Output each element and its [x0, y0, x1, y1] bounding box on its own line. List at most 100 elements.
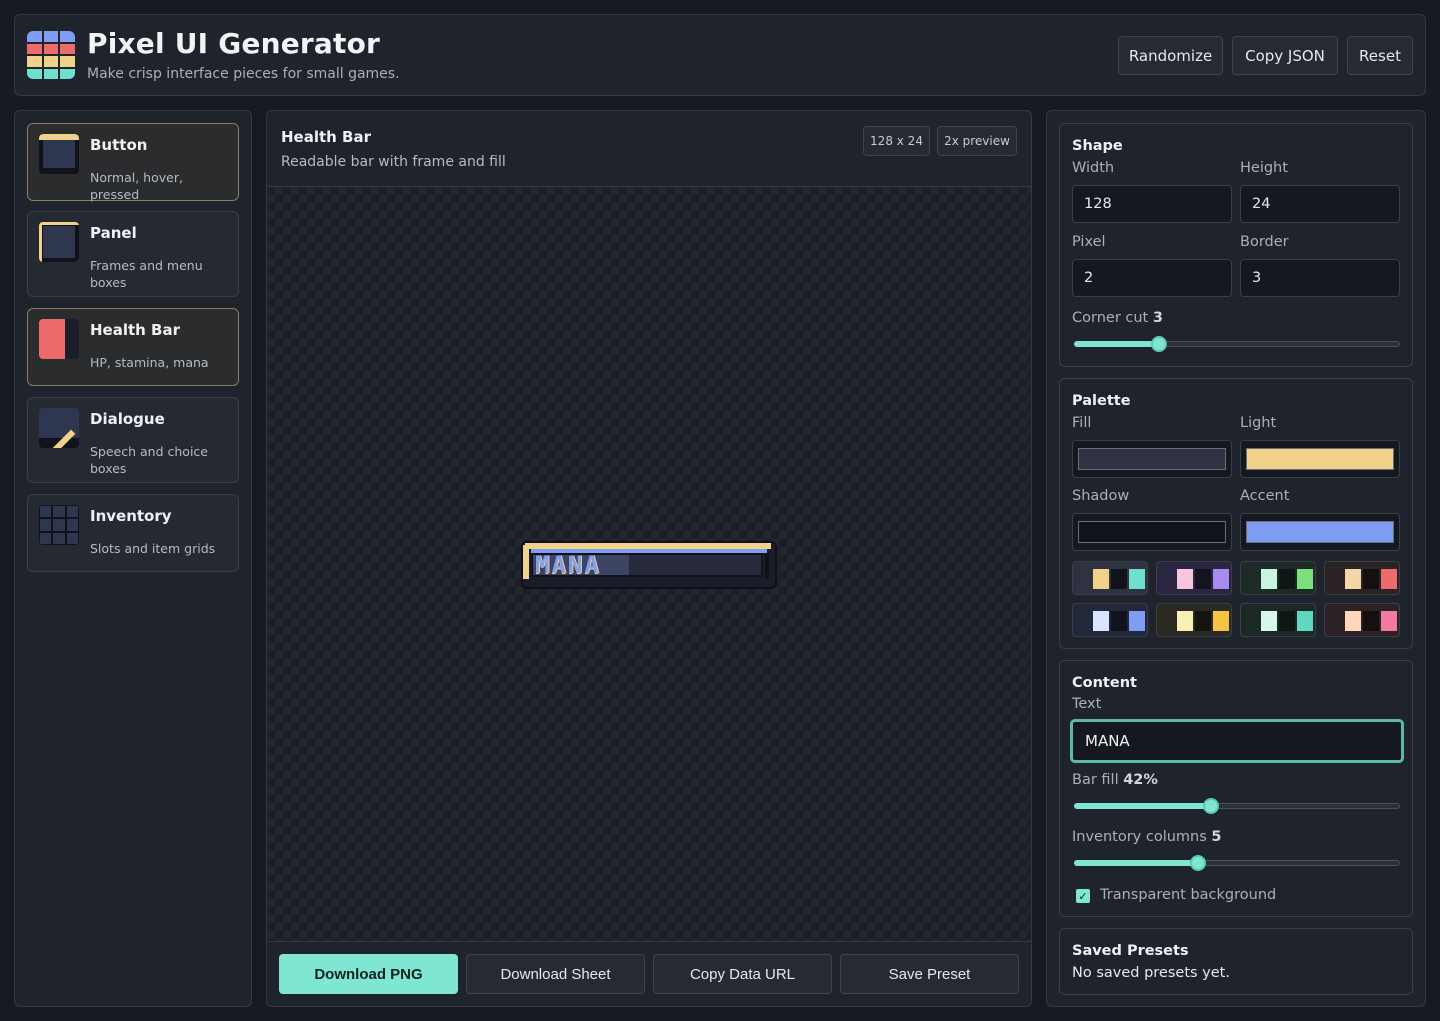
accent-label: Accent	[1240, 488, 1290, 504]
size-chip: 128 x 24	[863, 126, 930, 156]
pixel-label: Pixel	[1072, 234, 1106, 250]
palette-group: Palette Fill Light Shadow Accent	[1059, 378, 1413, 649]
preview-scale-chip: 2x preview	[937, 126, 1017, 156]
download-sheet-button[interactable]: Download Sheet	[466, 954, 645, 994]
preset-color-chip	[1345, 611, 1361, 631]
saved-presets-empty: No saved presets yet.	[1072, 965, 1230, 981]
fill-color-picker[interactable]	[1072, 440, 1232, 478]
corner-cut-slider[interactable]	[1074, 336, 1400, 352]
component-dialogue[interactable]: Dialogue Speech and choice boxes	[27, 397, 239, 483]
app-header: Pixel UI Generator Make crisp interface …	[14, 14, 1426, 96]
preview-canvas: MANA	[267, 186, 1031, 942]
bar-edge	[765, 553, 769, 579]
palette-preset[interactable]	[1072, 603, 1148, 637]
button-icon	[39, 134, 79, 174]
text-input[interactable]: MANA	[1070, 719, 1404, 763]
component-desc: Normal, hover, pressed	[90, 170, 183, 202]
palette-preset[interactable]	[1156, 561, 1232, 595]
transparent-background-checkbox[interactable]: ✓	[1076, 889, 1090, 903]
component-name: Dialogue	[90, 410, 165, 428]
component-desc: HP, stamina, mana	[90, 355, 209, 370]
text-label: Text	[1072, 696, 1102, 712]
content-group: Content Text MANA Bar fill 42% Inventory…	[1059, 660, 1413, 917]
preset-color-chip	[1093, 569, 1109, 589]
preset-color-chip	[1213, 569, 1229, 589]
component-name: Button	[90, 136, 148, 154]
preset-color-chip	[1261, 569, 1277, 589]
bar-fill-slider[interactable]	[1074, 798, 1400, 814]
health-bar-preview: MANA	[521, 541, 777, 589]
preview-panel: Health Bar Readable bar with frame and f…	[266, 110, 1032, 1007]
shape-group: Shape Width Height 128 24 Pixel Border 2…	[1059, 123, 1413, 367]
content-title: Content	[1072, 675, 1137, 691]
transparent-background-label: Transparent background	[1100, 887, 1277, 903]
bar-highlight-left	[523, 545, 529, 579]
bar-fill-label: Bar fill 42%	[1072, 772, 1158, 788]
saved-presets-group: Saved Presets No saved presets yet.	[1059, 928, 1413, 995]
component-button[interactable]: Button Normal, hover, pressed	[27, 123, 239, 202]
preset-color-chip	[1111, 569, 1127, 589]
preset-color-chip	[1195, 611, 1211, 631]
preset-color-chip	[1297, 611, 1313, 631]
preset-color-chip	[1261, 611, 1277, 631]
pixel-input[interactable]: 2	[1072, 259, 1232, 297]
palette-preset[interactable]	[1240, 561, 1316, 595]
palette-preset[interactable]	[1240, 603, 1316, 637]
width-label: Width	[1072, 160, 1115, 176]
height-label: Height	[1240, 160, 1288, 176]
border-label: Border	[1240, 234, 1289, 250]
preset-color-chip	[1279, 569, 1295, 589]
preset-color-chip	[1195, 569, 1211, 589]
copy-data-url-button[interactable]: Copy Data URL	[653, 954, 832, 994]
width-input[interactable]: 128	[1072, 185, 1232, 223]
download-png-button[interactable]: Download PNG	[279, 954, 458, 994]
app-logo-icon	[27, 31, 75, 79]
preset-color-chip	[1111, 611, 1127, 631]
height-input[interactable]: 24	[1240, 185, 1400, 223]
bar-label: MANA	[535, 551, 601, 579]
inventory-columns-slider[interactable]	[1074, 855, 1400, 871]
preview-title: Health Bar	[281, 128, 372, 146]
reset-button[interactable]: Reset	[1347, 36, 1413, 75]
copy-json-button[interactable]: Copy JSON	[1232, 36, 1338, 75]
preset-color-chip	[1129, 611, 1145, 631]
palette-title: Palette	[1072, 393, 1131, 409]
component-name: Inventory	[90, 507, 172, 525]
health-bar-icon	[39, 319, 79, 359]
inventory-grid-icon	[39, 505, 79, 545]
palette-preset[interactable]	[1072, 561, 1148, 595]
preset-color-chip	[1177, 569, 1193, 589]
component-health-bar[interactable]: Health Bar HP, stamina, mana	[27, 308, 239, 386]
preset-color-chip	[1093, 611, 1109, 631]
app-subtitle: Make crisp interface pieces for small ga…	[87, 66, 400, 82]
palette-preset[interactable]	[1156, 603, 1232, 637]
dialogue-icon	[39, 408, 79, 448]
component-name: Health Bar	[90, 321, 181, 339]
app-title: Pixel UI Generator	[87, 27, 381, 60]
component-panel[interactable]: Panel Frames and menu boxes	[27, 211, 239, 297]
preset-color-chip	[1213, 611, 1229, 631]
preset-color-chip	[1363, 611, 1379, 631]
palette-preset[interactable]	[1324, 561, 1400, 595]
accent-color-picker[interactable]	[1240, 513, 1400, 551]
preset-color-chip	[1381, 569, 1397, 589]
light-label: Light	[1240, 415, 1277, 431]
inventory-columns-label: Inventory columns 5	[1072, 829, 1222, 845]
shadow-color-picker[interactable]	[1072, 513, 1232, 551]
preset-color-chip	[1381, 611, 1397, 631]
corner-cut-label: Corner cut 3	[1072, 310, 1163, 326]
border-input[interactable]: 3	[1240, 259, 1400, 297]
save-preset-button[interactable]: Save Preset	[840, 954, 1019, 994]
palette-preset[interactable]	[1324, 603, 1400, 637]
controls-panel: Shape Width Height 128 24 Pixel Border 2…	[1046, 110, 1426, 1007]
component-inventory[interactable]: Inventory Slots and item grids	[27, 494, 239, 572]
light-color-picker[interactable]	[1240, 440, 1400, 478]
component-name: Panel	[90, 224, 137, 242]
component-desc: Speech and choice boxes	[90, 444, 208, 476]
randomize-button[interactable]: Randomize	[1118, 36, 1223, 75]
component-desc: Slots and item grids	[90, 541, 216, 556]
panel-icon	[39, 222, 79, 262]
component-sidebar: Button Normal, hover, pressed Panel Fram…	[14, 110, 252, 1007]
preset-color-chip	[1345, 569, 1361, 589]
preset-color-chip	[1363, 569, 1379, 589]
